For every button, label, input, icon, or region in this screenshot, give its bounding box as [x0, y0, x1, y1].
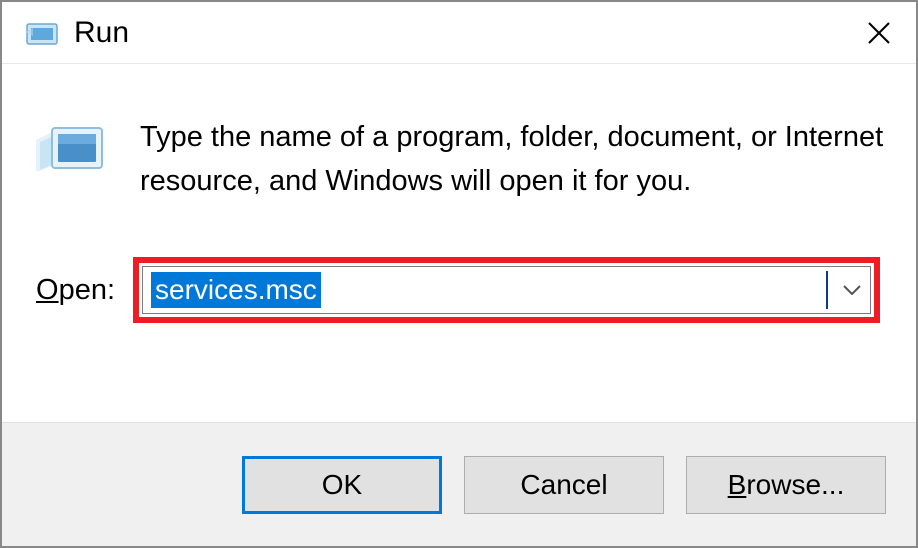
button-bar: OK Cancel Browse...	[2, 422, 916, 546]
open-input-value[interactable]: services.msc	[151, 272, 321, 308]
ok-button[interactable]: OK	[242, 456, 442, 514]
open-combobox[interactable]: services.msc	[142, 266, 871, 314]
open-label: Open:	[36, 274, 115, 307]
run-icon-small	[24, 15, 60, 51]
chevron-down-icon[interactable]	[834, 267, 870, 313]
window-title: Run	[74, 16, 852, 50]
titlebar: Run	[2, 2, 916, 64]
input-highlight-annotation: services.msc	[133, 257, 880, 323]
description-text: Type the name of a program, folder, docu…	[140, 114, 886, 203]
content-area: Type the name of a program, folder, docu…	[2, 64, 916, 323]
text-caret	[826, 271, 828, 309]
cancel-button[interactable]: Cancel	[464, 456, 664, 514]
run-icon-large	[32, 114, 112, 184]
close-button[interactable]	[852, 6, 906, 60]
browse-button[interactable]: Browse...	[686, 456, 886, 514]
